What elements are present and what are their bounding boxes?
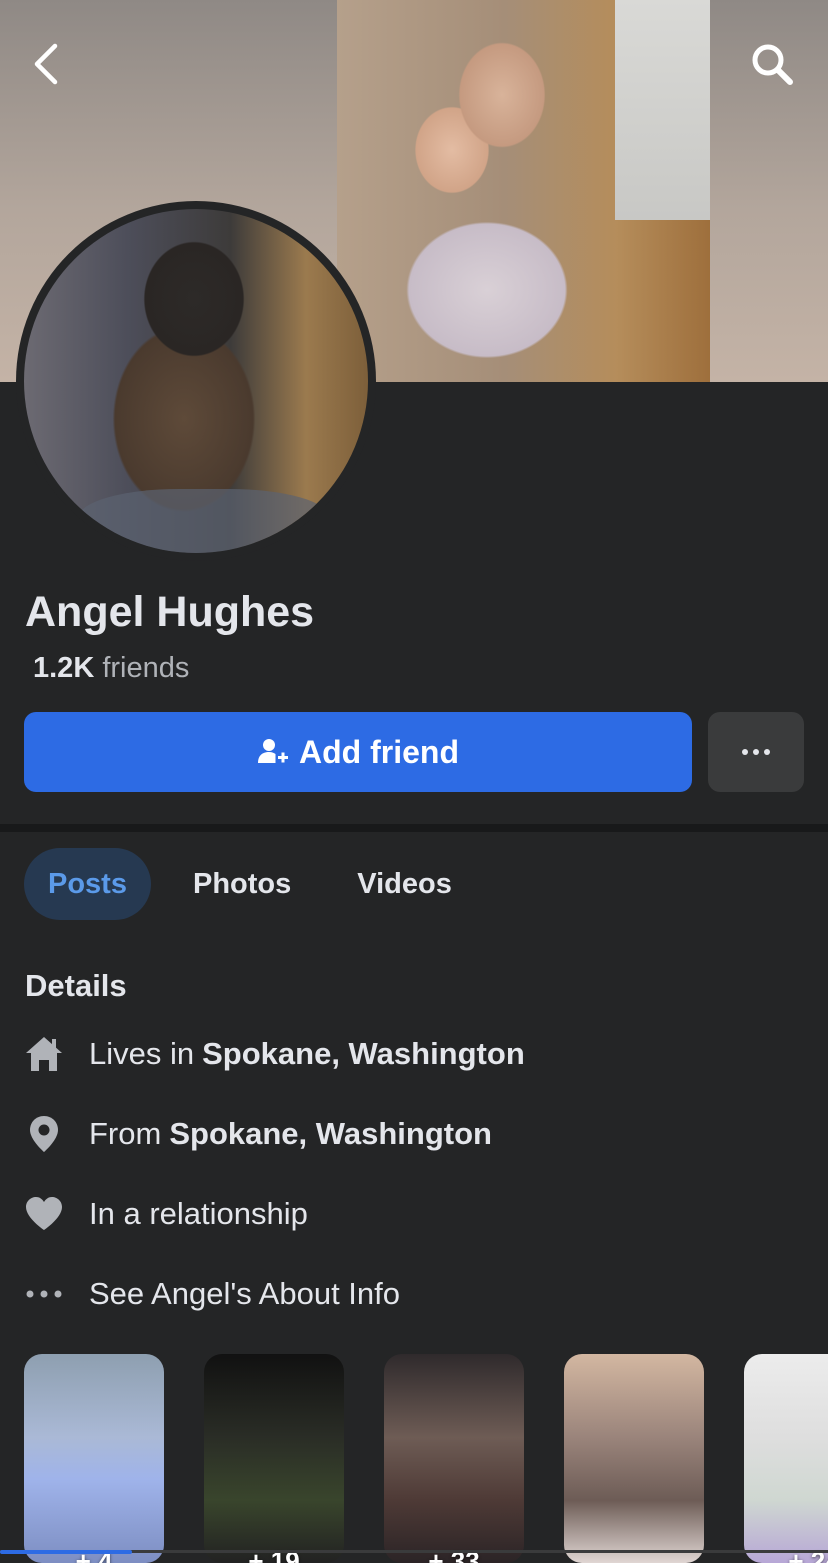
highlights-scroll-thumb[interactable] [0,1550,132,1554]
detail-see-about[interactable]: See Angel's About Info [24,1274,400,1314]
detail-from-value: Spokane, Washington [169,1116,492,1151]
back-button[interactable] [20,38,72,90]
detail-lives-in[interactable]: Lives in Spokane, Washington [24,1034,525,1074]
profile-picture[interactable] [24,209,368,553]
highlight-card[interactable]: + 33 [384,1354,524,1563]
more-dots-icon [24,1274,64,1314]
highlight-count: + 24 [788,1546,828,1563]
section-divider [0,824,828,832]
tab-photos[interactable]: Photos [169,848,315,920]
friends-count-number: 1.2K [33,652,95,684]
detail-relationship[interactable]: In a relationship [24,1194,308,1234]
search-icon [752,44,793,85]
details-heading: Details [25,968,127,1003]
add-friend-label: Add friend [299,733,459,770]
search-button[interactable] [746,38,798,90]
friends-count[interactable]: 1.2K friends [33,652,189,685]
home-icon [24,1034,64,1074]
highlight-count: + 4 [75,1546,113,1563]
detail-lives-in-prefix: Lives in [89,1036,195,1071]
highlight-count: + 33 [428,1546,480,1563]
profile-name: Angel Hughes [25,588,315,636]
highlight-card[interactable]: + 19 [204,1354,344,1563]
more-options-button[interactable] [708,712,804,792]
chevron-left-icon [34,43,58,85]
tab-posts[interactable]: Posts [24,848,151,920]
friends-count-label: friends [102,652,190,684]
heart-icon [24,1194,64,1234]
highlight-count: + 19 [248,1546,300,1563]
cover-photo[interactable] [337,0,710,382]
highlight-card[interactable]: + 4 [24,1354,164,1563]
see-about-info-link: See Angel's About Info [89,1276,400,1311]
detail-relationship-text: In a relationship [89,1196,308,1231]
add-person-icon [258,739,288,763]
profile-tabs: Posts Photos Videos [24,848,494,920]
highlight-card[interactable] [564,1354,704,1563]
detail-from-prefix: From [89,1116,162,1151]
featured-highlights: + 4 + 19 + 33 + 24 [24,1354,828,1563]
tab-videos[interactable]: Videos [333,848,476,920]
location-pin-icon [24,1114,64,1154]
more-dots-icon [742,749,770,755]
highlight-card[interactable]: + 24 [744,1354,828,1563]
detail-from[interactable]: From Spokane, Washington [24,1114,492,1154]
detail-lives-in-value: Spokane, Washington [202,1036,525,1071]
add-friend-button[interactable]: Add friend [24,712,692,792]
